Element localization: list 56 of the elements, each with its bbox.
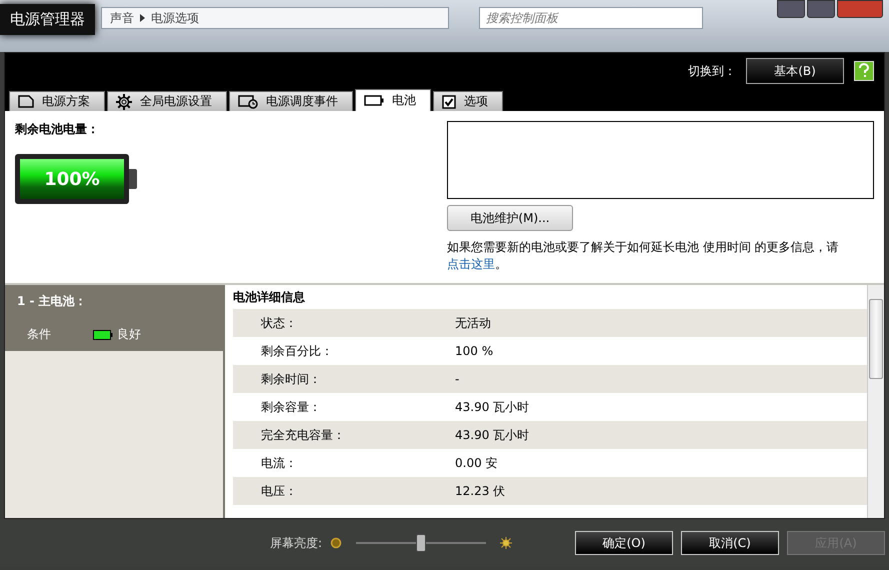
checkbox-icon: [442, 94, 456, 108]
battery-maintenance-button[interactable]: 电池维护(M)...: [447, 205, 573, 231]
battery-icon: [364, 95, 384, 106]
window-title: 电源管理器: [0, 4, 95, 35]
chevron-icon: [140, 14, 145, 22]
address-bar[interactable]: 声音 电源选项: [101, 7, 449, 29]
detail-value: 100 %: [455, 344, 494, 358]
battery-terminal: [129, 169, 137, 189]
detail-value: -: [455, 372, 460, 386]
breadcrumb-item[interactable]: 声音: [110, 10, 134, 26]
detail-value: 43.90 瓦小时: [455, 426, 530, 444]
dialog-button[interactable]: 确定(O): [575, 531, 673, 555]
dialog-button[interactable]: 取消(C): [681, 531, 779, 555]
minimize-button[interactable]: [777, 0, 805, 18]
maximize-button[interactable]: [807, 0, 835, 18]
detail-label: 状态：: [260, 314, 298, 332]
detail-value: 0.00 安: [455, 454, 498, 472]
battery-list-item[interactable]: 1 - 主电池： 条件 良好: [5, 285, 223, 351]
basic-mode-button[interactable]: 基本(B): [746, 58, 844, 84]
breadcrumb-item[interactable]: 电源选项: [151, 10, 199, 26]
tab[interactable]: 电源方案: [9, 91, 105, 111]
detail-label: 完全充电容量：: [260, 426, 346, 444]
scrollbar[interactable]: [867, 285, 884, 518]
detail-label: 剩余百分比：: [260, 342, 334, 360]
help-icon[interactable]: [854, 61, 874, 81]
click-here-link[interactable]: 点击这里: [447, 257, 495, 271]
tab[interactable]: 电池: [355, 89, 431, 111]
tab[interactable]: 全局电源设置: [107, 91, 227, 111]
scrollbar-thumb[interactable]: [869, 299, 883, 379]
clock-screen-icon: [238, 94, 258, 108]
battery-icon: [93, 330, 113, 340]
switch-label: 切换到：: [688, 62, 736, 80]
slider-thumb[interactable]: [416, 534, 426, 552]
detail-value: 无活动: [455, 314, 491, 332]
brightness-label: 屏幕亮度:: [270, 534, 322, 552]
battery-info-text: 如果您需要新的电池或要了解关于如何延长电池 使用时间 的更多信息，请 点击这里。: [447, 239, 840, 273]
detail-label: 电压：: [260, 482, 298, 500]
detail-value: 43.90 瓦小时: [455, 398, 530, 416]
detail-label: 电流：: [260, 454, 298, 472]
tab[interactable]: 电源调度事件: [229, 91, 353, 111]
condition-label: 条件: [27, 326, 51, 343]
battery-percent: 100%: [43, 168, 101, 192]
settings-icon: [116, 94, 132, 110]
tab[interactable]: 选项: [433, 91, 503, 111]
condition-value: 良好: [117, 326, 141, 343]
details-title: 电池详细信息: [233, 289, 306, 306]
detail-value: 12.23 伏: [455, 482, 506, 500]
battery-charge-label: 剩余电池电量：: [15, 121, 100, 138]
page-icon: [18, 95, 34, 108]
dim-sun-icon: [330, 537, 342, 549]
close-button[interactable]: [837, 0, 883, 18]
detail-label: 剩余时间：: [260, 370, 322, 388]
search-field[interactable]: 搜索控制面板: [479, 7, 703, 29]
detail-label: 剩余容量：: [260, 398, 322, 416]
battery-name: 1 - 主电池：: [17, 293, 88, 310]
bright-sun-icon: [500, 537, 512, 549]
